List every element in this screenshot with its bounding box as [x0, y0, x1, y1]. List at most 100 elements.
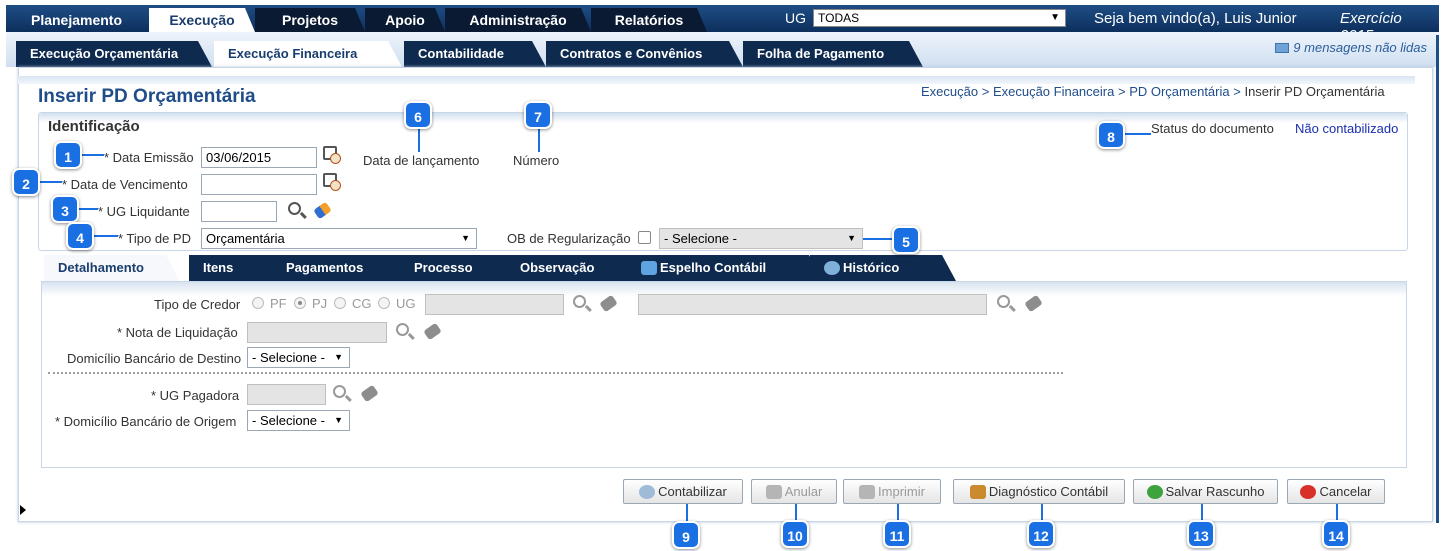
radio-pf-label: PF	[270, 296, 287, 311]
callout-connector	[82, 154, 104, 156]
diagnostico-button[interactable]: Diagnóstico Contábil	[953, 479, 1125, 504]
domicilio-destino-label: Domicílio Bancário de Destino	[67, 351, 242, 366]
breadcrumb-link-execucao[interactable]: Execução	[921, 84, 978, 99]
calendar-icon[interactable]	[323, 146, 341, 164]
ug-pagadora-label: * UG Pagadora	[151, 388, 240, 403]
callout-6: 6	[404, 101, 432, 129]
callout-8: 8	[1097, 121, 1125, 149]
imprimir-button[interactable]: Imprimir	[843, 479, 941, 504]
breadcrumb-link-execucao-financeira[interactable]: Execução Financeira	[993, 84, 1114, 99]
breadcrumb-separator: >	[1117, 84, 1126, 99]
callout-12: 12	[1027, 520, 1055, 548]
radio-pf[interactable]	[252, 297, 264, 309]
ug-liquidante-label: * UG Liquidante	[98, 204, 190, 219]
status-documento-value: Não contabilizado	[1295, 121, 1399, 136]
search-icon[interactable]	[997, 295, 1010, 308]
breadcrumb-current: Inserir PD Orçamentária	[1244, 84, 1385, 99]
radio-cg[interactable]	[334, 297, 346, 309]
ug-select[interactable]: TODAS ▼	[813, 9, 1066, 27]
domicilio-destino-select[interactable]: - Selecione - ▼	[247, 347, 350, 368]
breadcrumb-link-pd-orcamentaria[interactable]: PD Orçamentária	[1129, 84, 1229, 99]
messages-text: 9 mensagens não lidas	[1293, 40, 1427, 55]
callout-connector	[79, 208, 98, 210]
tab-historico[interactable]: Histórico	[810, 255, 956, 281]
contabilizar-button[interactable]: Contabilizar	[623, 479, 743, 504]
tab-historico-label: Histórico	[843, 260, 900, 275]
data-emissao-label: * Data Emissão	[104, 150, 194, 165]
search-icon[interactable]	[333, 385, 346, 398]
tab-observacao[interactable]: Observação	[506, 255, 646, 281]
nav-relatorios[interactable]: Relatórios	[591, 8, 707, 32]
calendar-icon[interactable]	[323, 173, 341, 191]
ug-select-value: TODAS	[818, 11, 860, 25]
subnav-contabilidade[interactable]: Contabilidade	[404, 41, 546, 67]
tab-espelho-contabil[interactable]: Espelho Contábil	[627, 255, 823, 281]
tipo-credor-label: Tipo de Credor	[154, 297, 241, 312]
messages-link[interactable]: 9 mensagens não lidas	[1275, 40, 1427, 55]
credor-code-input[interactable]	[425, 294, 564, 315]
subnav-folha-pagamento[interactable]: Folha de Pagamento	[743, 41, 923, 67]
radio-pj[interactable]	[294, 297, 306, 309]
domicilio-origem-value: - Selecione -	[252, 413, 325, 428]
numero-label: Número	[513, 153, 560, 168]
search-icon[interactable]	[288, 202, 301, 215]
cancelar-button[interactable]: Cancelar	[1287, 479, 1385, 504]
sidebar-toggle-icon[interactable]	[20, 505, 26, 515]
ug-pagadora-input[interactable]	[247, 384, 326, 405]
salvar-rascunho-button[interactable]: Salvar Rascunho	[1133, 479, 1278, 504]
sub-nav-bar: Execução Orçamentária Execução Financeir…	[6, 32, 1439, 67]
chevron-down-icon: ▼	[334, 352, 343, 362]
callout-connector	[538, 128, 540, 152]
subnav-execucao-financeira[interactable]: Execução Financeira	[214, 41, 402, 67]
callout-3: 3	[51, 195, 79, 223]
anular-button[interactable]: Anular	[751, 479, 837, 504]
chevron-down-icon: ▼	[1050, 12, 1060, 23]
data-emissao-input[interactable]: 03/06/2015	[201, 147, 317, 168]
domicilio-destino-value: - Selecione -	[252, 350, 325, 365]
nav-projetos[interactable]: Projetos	[255, 8, 365, 32]
radio-ug-label: UG	[396, 296, 416, 311]
salvar-label: Salvar Rascunho	[1165, 484, 1265, 499]
chevron-down-icon: ▼	[847, 233, 856, 243]
top-nav-bar: Planejamento Execução Projetos Apoio Adm…	[6, 5, 1439, 44]
cancel-icon	[1300, 485, 1317, 499]
welcome-text: Seja bem vindo(a), Luis Junior	[1094, 10, 1297, 27]
table-icon	[641, 261, 657, 275]
envelope-icon	[1275, 43, 1290, 53]
tipo-pd-select-value: Orçamentária	[206, 231, 285, 246]
nav-planejamento[interactable]: Planejamento	[14, 8, 139, 32]
nav-apoio[interactable]: Apoio	[365, 8, 445, 32]
ug-liquidante-input[interactable]	[201, 201, 277, 222]
tab-detalhamento[interactable]: Detalhamento	[44, 255, 180, 281]
callout-9: 9	[672, 521, 700, 549]
search-icon[interactable]	[573, 295, 586, 308]
right-edge-bar	[1436, 35, 1439, 523]
chevron-down-icon: ▼	[334, 415, 343, 425]
callout-1: 1	[54, 141, 82, 169]
ob-regularizacao-checkbox[interactable]	[638, 231, 651, 244]
data-vencimento-input[interactable]	[201, 174, 317, 195]
nav-administracao[interactable]: Administração	[445, 8, 591, 32]
nav-execucao[interactable]: Execução	[149, 8, 255, 32]
chevron-down-icon: ▼	[461, 233, 470, 243]
tab-pagamentos[interactable]: Pagamentos	[272, 255, 418, 281]
radio-cg-label: CG	[352, 296, 372, 311]
callout-connector	[1123, 133, 1151, 135]
callout-5: 5	[892, 226, 920, 254]
subnav-contratos-convenios[interactable]: Contratos e Convênios	[546, 41, 743, 67]
search-icon[interactable]	[396, 323, 409, 336]
section-title-identificacao: Identificação	[48, 118, 140, 135]
stamp-icon	[765, 485, 782, 499]
cancelar-label: Cancelar	[1319, 484, 1372, 499]
radio-ug[interactable]	[378, 297, 390, 309]
subnav-execucao-orcamentaria[interactable]: Execução Orçamentária	[16, 41, 212, 67]
ug-label: UG	[785, 10, 806, 26]
tipo-pd-select[interactable]: Orçamentária ▼	[201, 228, 477, 249]
domicilio-origem-select[interactable]: - Selecione - ▼	[247, 410, 350, 431]
callout-connector	[94, 235, 118, 237]
ob-regularizacao-select[interactable]: - Selecione - ▼	[659, 228, 863, 249]
printer-icon	[859, 485, 876, 499]
tipo-pd-label: * Tipo de PD	[118, 231, 191, 246]
nota-liquidacao-input[interactable]	[247, 322, 387, 343]
anular-label: Anular	[784, 484, 823, 499]
